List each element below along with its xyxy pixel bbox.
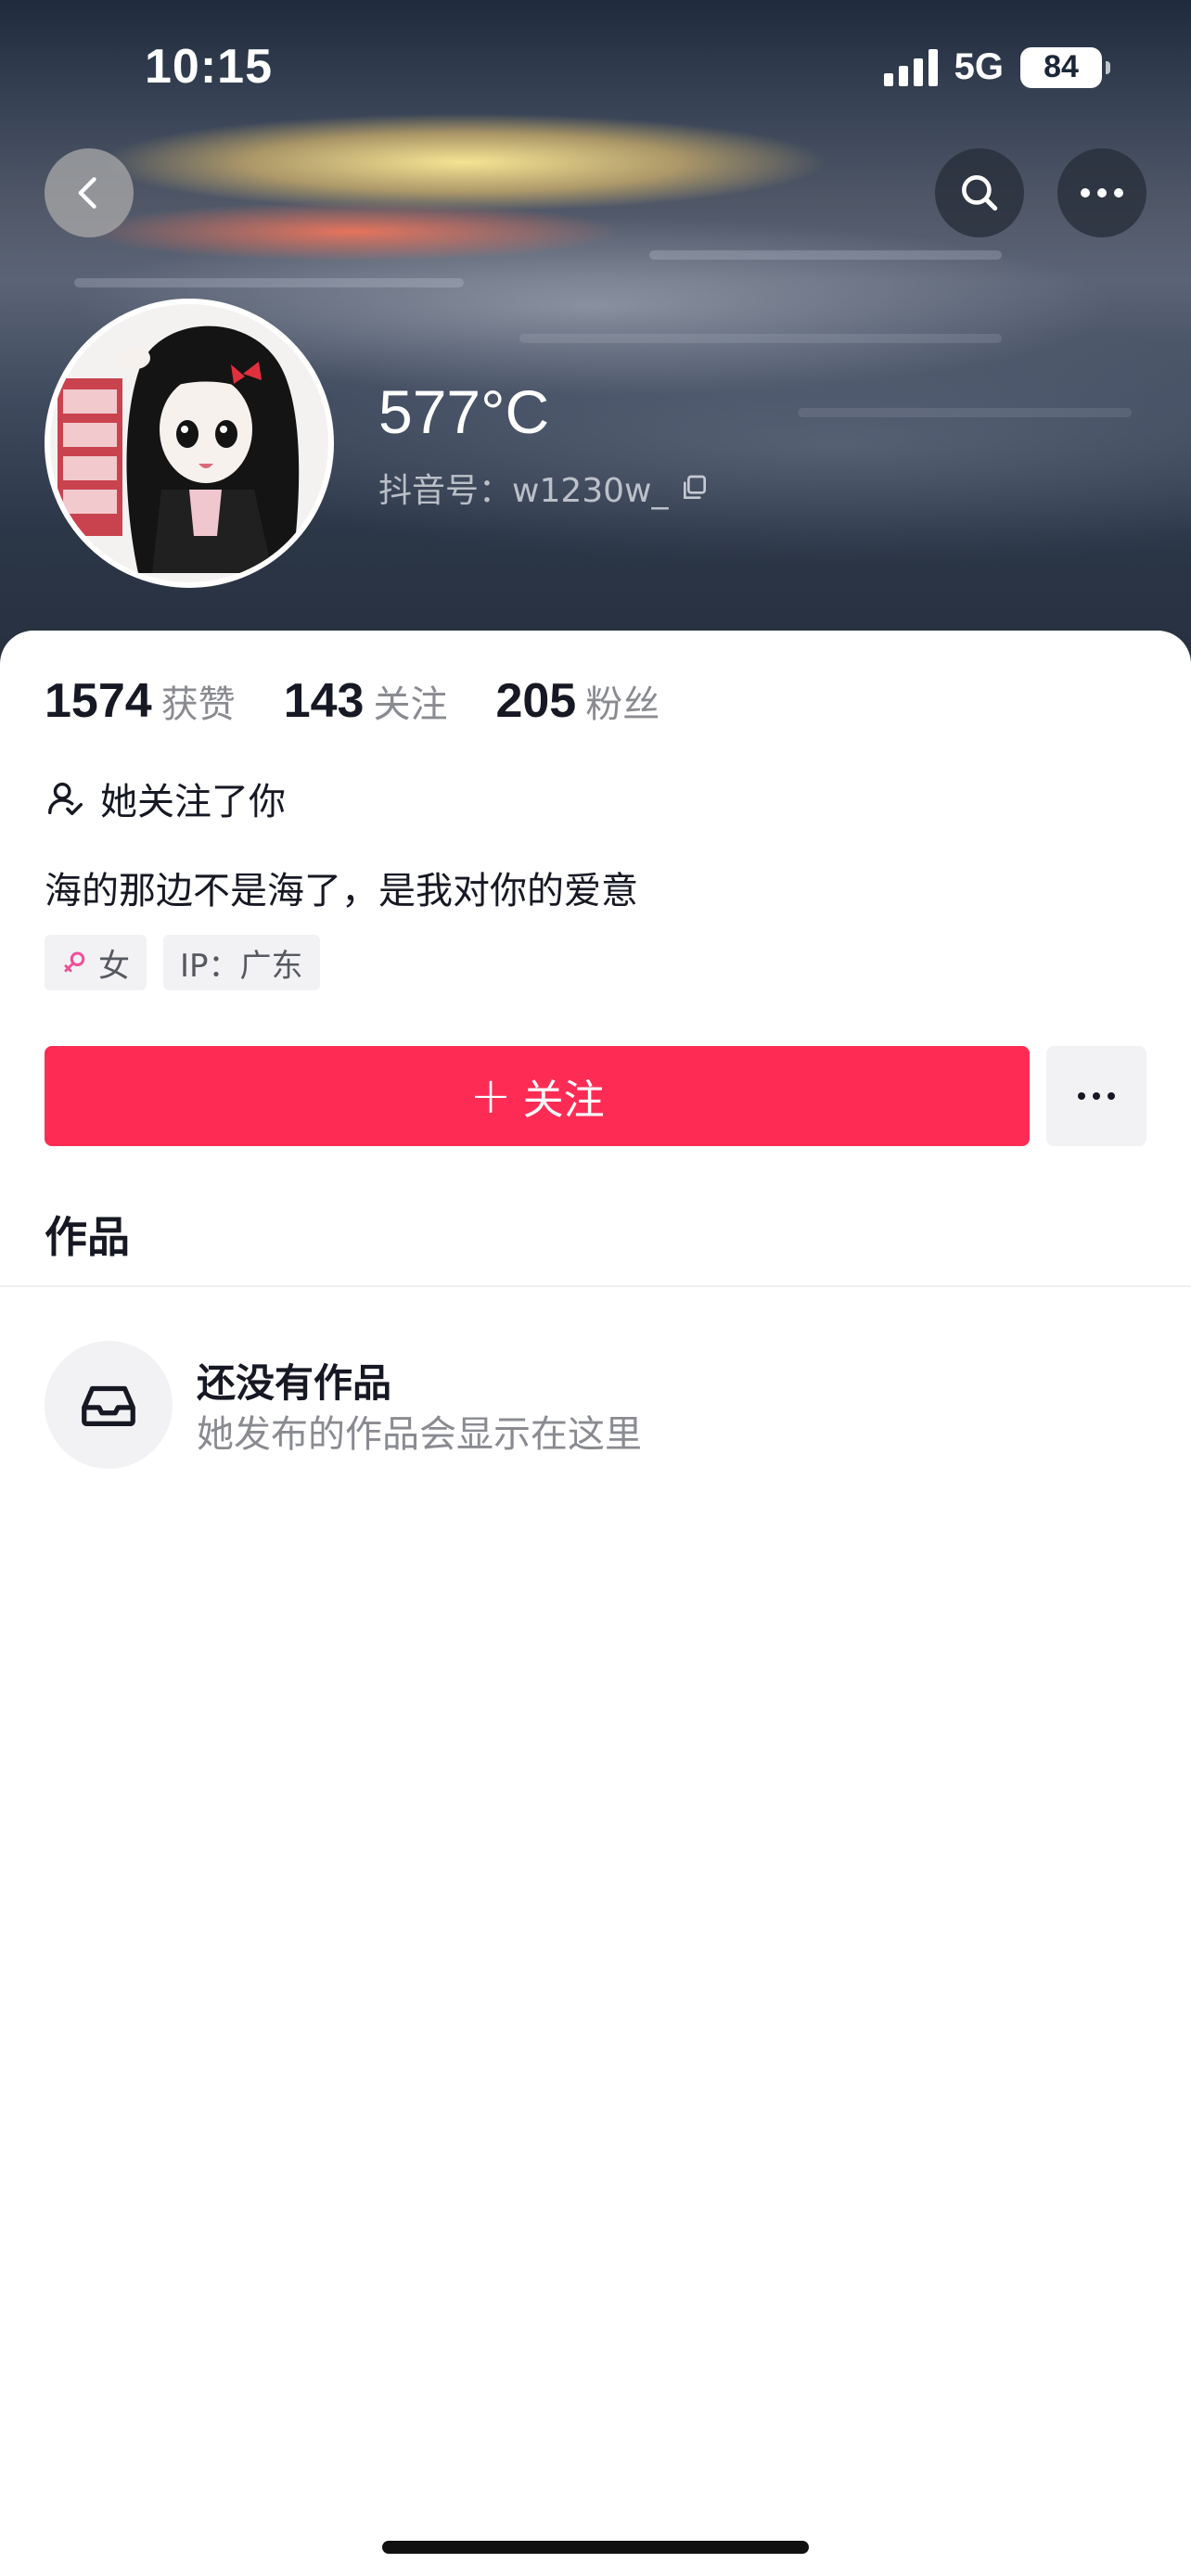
- female-icon: [64, 951, 85, 973]
- chevron-left-icon: [78, 177, 96, 209]
- follow-label: 关注: [522, 1077, 605, 1124]
- stat-label: 关注: [373, 683, 448, 726]
- follow-more-button[interactable]: [1046, 1046, 1146, 1146]
- cloud-streak: [519, 334, 1002, 343]
- more-horizontal-icon: [1081, 188, 1123, 198]
- follow-button[interactable]: + 关注: [45, 1046, 1030, 1146]
- follows-you-row: 她关注了你: [45, 772, 286, 825]
- follows-you-text: 她关注了你: [100, 781, 286, 823]
- divider: [0, 1285, 1191, 1287]
- plus-icon: +: [469, 1066, 512, 1125]
- avatar[interactable]: [45, 299, 334, 588]
- gender-tag: 女: [45, 935, 147, 990]
- search-icon: [962, 175, 998, 211]
- stat-likes[interactable]: 1574 获赞: [45, 673, 236, 729]
- tab-works[interactable]: 作品: [45, 1204, 130, 1265]
- stat-following[interactable]: 143 关注: [284, 673, 448, 729]
- empty-state-subtitle: 她发布的作品会显示在这里: [197, 1413, 642, 1456]
- cloud-streak: [798, 408, 1132, 417]
- nickname: 577°C: [378, 377, 550, 446]
- home-indicator[interactable]: [382, 2541, 809, 2554]
- stat-label: 粉丝: [585, 683, 660, 726]
- copy-icon[interactable]: [680, 473, 710, 503]
- battery-icon: 84: [1020, 46, 1110, 88]
- user-follow-icon: [48, 782, 83, 816]
- cloud-streak: [74, 278, 464, 287]
- cloud-streak: [649, 250, 1002, 260]
- profile-banner: 10:15 5G 84 577°C 抖音号：w1230w_: [0, 0, 1191, 668]
- profile-tags: 女 IP：广东: [45, 935, 320, 990]
- gender-label: 女: [98, 947, 130, 985]
- back-button[interactable]: [45, 148, 134, 237]
- more-horizontal-icon: [1078, 1092, 1115, 1100]
- avatar-image: [50, 304, 328, 582]
- status-time: 10:15: [145, 40, 273, 94]
- signal-strength-icon: [883, 48, 938, 86]
- ip-location-tag: IP：广东: [163, 935, 320, 990]
- bio-text: 海的那边不是海了，是我对你的爱意: [45, 870, 638, 912]
- stat-value: 205: [495, 674, 577, 728]
- profile-stats: 1574 获赞 143 关注 205 粉丝: [45, 673, 660, 729]
- search-button[interactable]: [935, 148, 1024, 237]
- douyin-id: 抖音号：w1230w_: [378, 472, 669, 510]
- profile-card: 1574 获赞 143 关注 205 粉丝 她关注了你 海的那边不是海了，是我对…: [0, 631, 1191, 2576]
- stat-label: 获赞: [160, 683, 236, 726]
- more-options-button[interactable]: [1057, 148, 1146, 237]
- stat-followers[interactable]: 205 粉丝: [495, 673, 660, 729]
- status-indicators: 5G 84: [883, 46, 1110, 88]
- empty-state-icon-wrap: [45, 1341, 173, 1469]
- ip-location-label: IP：广东: [180, 947, 303, 985]
- network-type: 5G: [954, 46, 1004, 87]
- inbox-tray-icon: [82, 1385, 135, 1427]
- battery-level: 84: [1044, 49, 1079, 84]
- douyin-id-row: 抖音号：w1230w_: [378, 464, 710, 512]
- empty-state-title: 还没有作品: [197, 1360, 392, 1406]
- profile-page: 10:15 5G 84 577°C 抖音号：w1230w_ 1574 获赞 14…: [0, 0, 1191, 2576]
- stat-value: 1574: [45, 674, 152, 728]
- stat-value: 143: [283, 674, 365, 728]
